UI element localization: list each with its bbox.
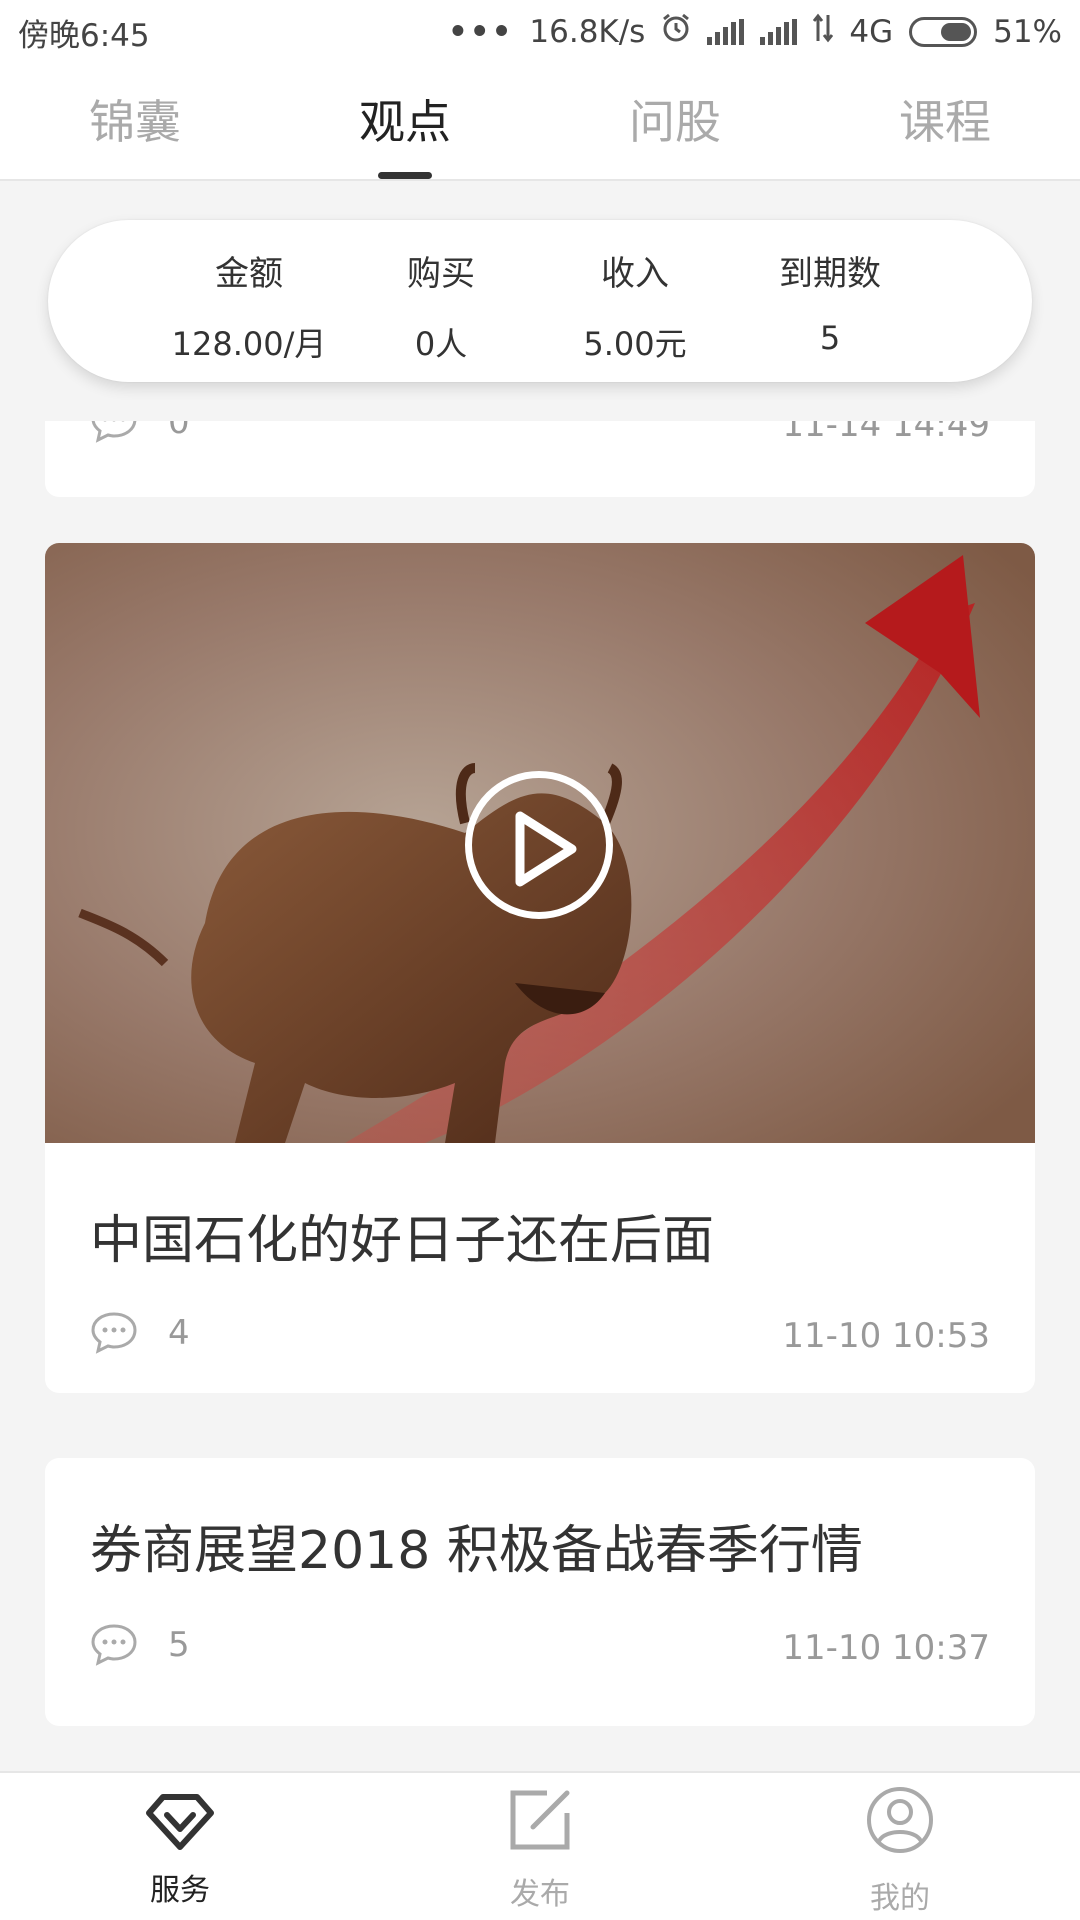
edit-icon — [510, 1790, 570, 1850]
alarm-icon — [661, 13, 691, 51]
stat-value: 128.00/月 — [171, 325, 327, 363]
net-speed: 16.8K/s — [529, 14, 646, 50]
post-time: 11-14 14:49 — [782, 421, 990, 445]
stat-income: 收入 5.00元 — [583, 246, 686, 365]
nav-label: 服务 — [150, 1873, 210, 1908]
stat-label: 购买 — [407, 254, 475, 294]
more-dots: ••• — [447, 14, 514, 50]
stat-value: 5.00元 — [583, 325, 687, 363]
post-title[interactable]: 中国石化的好日子还在后面 — [90, 1198, 714, 1273]
post-time: 11-10 10:37 — [782, 1628, 990, 1668]
stat-expiring: 到期数 5 — [779, 246, 881, 357]
signal-icon — [707, 19, 745, 45]
post-time: 11-10 10:53 — [782, 1316, 990, 1356]
status-time: 傍晚6:45 — [18, 17, 150, 54]
stat-purchases: 购买 0人 — [407, 246, 475, 365]
video-thumbnail[interactable] — [45, 543, 1035, 1143]
stat-value: 5 — [819, 319, 841, 357]
battery-icon — [909, 17, 978, 47]
stat-label: 到期数 — [779, 254, 881, 294]
play-button[interactable] — [465, 771, 613, 919]
nav-publish[interactable]: 发布 — [440, 1773, 640, 1920]
tab-kecheng[interactable]: 课程 — [899, 86, 991, 152]
comment-icon — [91, 1624, 137, 1666]
post-title[interactable]: 券商展望2018 积极备战春季行情 — [90, 1508, 863, 1583]
comment-icon — [91, 1312, 137, 1354]
comment-icon — [91, 421, 137, 443]
data-arrows-icon — [813, 13, 834, 51]
status-right: ••• 16.8K/s 4G 51% — [448, 13, 1062, 51]
post-meta: 5 — [90, 1622, 190, 1668]
bottom-nav: 服务 发布 我的 — [0, 1771, 1080, 1920]
stats-summary: 金额 128.00/月 购买 0人 收入 5.00元 到期数 5 — [48, 220, 1032, 382]
battery-percent: 51% — [993, 14, 1062, 50]
post-card[interactable]: 券商展望2018 积极备战春季行情 5 11-10 10:37 — [45, 1458, 1035, 1726]
tab-wengu[interactable]: 问股 — [629, 86, 721, 152]
signal-icon — [760, 19, 798, 45]
user-icon — [867, 1787, 933, 1853]
comment-count: 0 — [168, 421, 190, 442]
comment-count: 4 — [168, 1313, 190, 1353]
stat-label: 金额 — [214, 254, 283, 294]
network-type: 4G — [849, 14, 894, 50]
diamond-icon — [146, 1794, 214, 1850]
feed-list[interactable]: 0 11-14 14:49 中国石化的好日子还在后面 4 11-10 10:53… — [0, 181, 1080, 1771]
status-bar: 傍晚6:45 ••• 16.8K/s 4G 51% — [0, 0, 1080, 64]
top-tab-bar: 锦囊 观点 问股 课程 — [0, 64, 1080, 181]
play-icon — [515, 811, 577, 887]
post-card[interactable]: 中国石化的好日子还在后面 4 11-10 10:53 — [45, 543, 1035, 1393]
tab-active-indicator — [378, 172, 432, 179]
stat-value: 0人 — [414, 325, 468, 363]
app-root: 傍晚6:45 ••• 16.8K/s 4G 51% 锦囊 观点 问股 课程 0 … — [0, 0, 1080, 1920]
nav-label: 我的 — [870, 1881, 930, 1916]
stat-amount: 金额 128.00/月 — [172, 246, 327, 365]
tab-guandian[interactable]: 观点 — [359, 86, 451, 152]
tab-jinnang[interactable]: 锦囊 — [89, 86, 181, 152]
post-card[interactable]: 0 11-14 14:49 — [45, 421, 1035, 497]
stat-label: 收入 — [600, 254, 669, 294]
nav-mine[interactable]: 我的 — [800, 1773, 1000, 1920]
post-meta: 4 — [90, 1310, 190, 1356]
post-meta: 0 — [90, 421, 190, 445]
nav-service[interactable]: 服务 — [80, 1773, 280, 1920]
comment-count: 5 — [168, 1625, 190, 1665]
nav-label: 发布 — [510, 1877, 570, 1912]
